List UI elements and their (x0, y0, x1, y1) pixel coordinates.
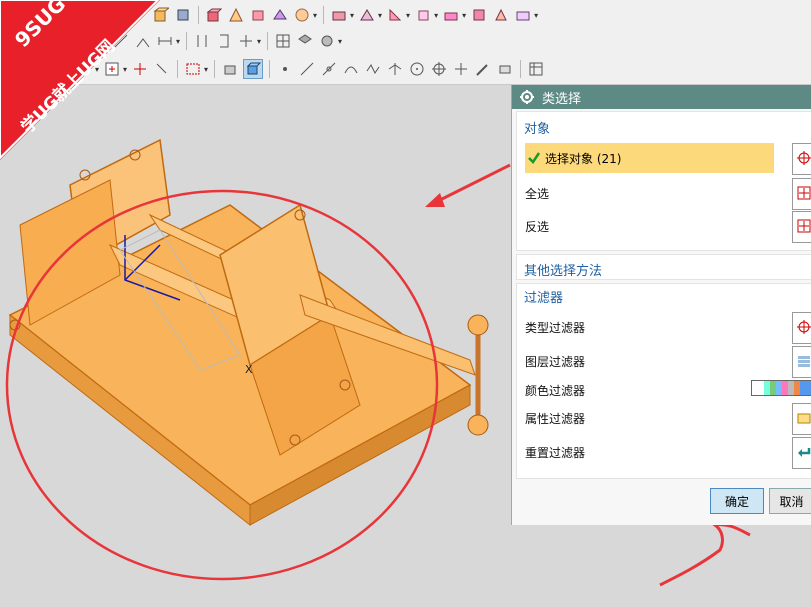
toolbar-row-3: ▾ ▾ ▾ (95, 56, 547, 82)
layer-icon[interactable] (296, 32, 314, 50)
color-filter-label: 颜色过滤器 (525, 383, 586, 398)
type-filter-label: 类型过滤器 (525, 320, 586, 335)
select-objects-row[interactable]: 选择对象 (21) (525, 143, 774, 173)
objects-header[interactable]: 对象 (524, 118, 550, 137)
diagonal-line-icon[interactable] (298, 60, 316, 78)
assembly-icon[interactable] (330, 6, 348, 24)
tools-icon[interactable] (318, 32, 336, 50)
feature-icon[interactable] (249, 6, 267, 24)
class-selection-dialog: 类选择 对象 选择对象 (21) 全选 反选 其他选择方法 过滤器 类型过滤器 … (511, 85, 811, 525)
offset-icon[interactable] (470, 6, 488, 24)
pen-icon[interactable] (474, 60, 492, 78)
checkmark-icon (527, 151, 541, 165)
objects-group (516, 111, 811, 251)
attribute-filter-row[interactable]: 属性过滤器 (525, 403, 585, 433)
intersect-icon[interactable] (386, 60, 404, 78)
attribute-filter-label: 属性过滤器 (525, 411, 586, 426)
grid-icon[interactable] (274, 32, 292, 50)
points-icon[interactable] (276, 60, 294, 78)
eraser-icon[interactable] (496, 60, 514, 78)
trim-icon[interactable] (386, 6, 404, 24)
constraint-icon[interactable] (237, 32, 255, 50)
solid-icon[interactable] (271, 6, 289, 24)
pattern-icon[interactable] (442, 6, 460, 24)
rectangle-select-icon[interactable] (184, 60, 202, 78)
reset-filter-button[interactable] (792, 437, 811, 469)
color-filter-row[interactable]: 颜色过滤器 (525, 375, 585, 405)
curve-icon[interactable] (342, 60, 360, 78)
dialog-title: 类选择 (542, 91, 582, 107)
plus-icon[interactable] (452, 60, 470, 78)
view-cube-icon[interactable] (243, 59, 264, 79)
select-objects-button[interactable] (792, 143, 811, 175)
select-all-label: 全选 (525, 186, 550, 201)
parallel-icon[interactable] (193, 32, 211, 50)
layer-filter-icon (796, 353, 811, 372)
cancel-label: 取消 (779, 494, 804, 509)
attribute-filter-icon (796, 410, 811, 429)
invert-selection-button[interactable] (792, 211, 811, 243)
spline-icon[interactable] (364, 60, 382, 78)
invert-selection-row[interactable]: 反选 (525, 211, 549, 241)
select-all-row[interactable]: 全选 (525, 178, 549, 208)
center-icon[interactable] (430, 60, 448, 78)
filters-header[interactable]: 过滤器 (524, 287, 563, 306)
type-filter-row[interactable]: 类型过滤器 (525, 312, 585, 342)
gear-icon (520, 90, 534, 104)
color-filter-swatch[interactable] (751, 380, 811, 396)
copy-icon[interactable] (414, 6, 432, 24)
graphics-viewport[interactable]: X (0, 85, 722, 607)
attribute-filter-button[interactable] (792, 403, 811, 435)
undo-arrow-icon (796, 444, 811, 463)
reset-filter-row[interactable]: 重置过滤器 (525, 437, 585, 467)
type-filter-icon (796, 319, 811, 338)
draft-icon[interactable] (514, 6, 532, 24)
vise-model[interactable] (0, 85, 722, 607)
ok-label: 确定 (724, 494, 749, 509)
reset-filter-label: 重置过滤器 (525, 445, 586, 460)
table-icon[interactable] (527, 60, 545, 78)
select-all-icon (796, 185, 811, 204)
sphere-icon[interactable] (293, 6, 311, 24)
dialog-title-bar[interactable]: 类选择 (512, 85, 811, 109)
cancel-button[interactable]: 取消 (769, 488, 811, 514)
select-all-button[interactable] (792, 178, 811, 210)
axis-label-x: X (245, 363, 253, 376)
watermark-logo: 9SUG 学UG就上UG网 (0, 0, 160, 160)
invert-selection-label: 反选 (525, 219, 550, 234)
ok-button[interactable]: 确定 (710, 488, 764, 514)
shape-icon[interactable] (227, 6, 245, 24)
layer-filter-button[interactable] (792, 346, 811, 378)
circle-icon[interactable] (408, 60, 426, 78)
other-methods-header[interactable]: 其他选择方法 (524, 260, 602, 279)
bracket-icon[interactable] (215, 32, 233, 50)
layer-filter-row[interactable]: 图层过滤器 (525, 346, 585, 376)
invert-selection-icon (796, 218, 811, 237)
block-icon[interactable] (174, 6, 192, 24)
mirror-icon[interactable] (492, 6, 510, 24)
crosshair-select-icon (796, 150, 811, 169)
type-filter-button[interactable] (792, 312, 811, 344)
shaded-view-icon[interactable] (221, 60, 239, 78)
select-objects-label: 选择对象 (21) (545, 151, 622, 166)
layer-filter-label: 图层过滤器 (525, 354, 586, 369)
cube-icon[interactable] (205, 6, 223, 24)
annotation-scribble (659, 523, 751, 587)
mold-icon[interactable] (358, 6, 376, 24)
toolbar-row-1: ▾ ▾ ▾ ▾ ▾ ▾ ▾ (150, 2, 540, 28)
line-snap-icon[interactable] (320, 60, 338, 78)
